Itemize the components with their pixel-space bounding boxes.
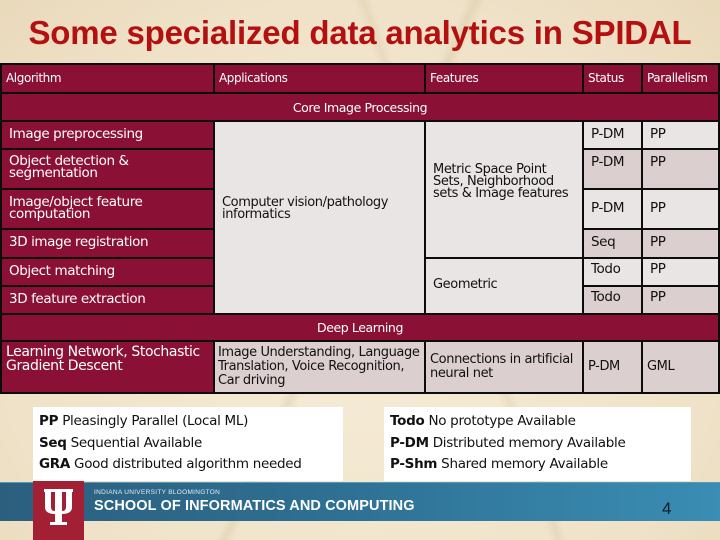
legend-item: P-Shm Shared memory Available: [390, 454, 691, 476]
iu-trident-icon: [44, 489, 73, 525]
feature-cell: Connections in artificial neural net: [426, 342, 582, 392]
application-cell: Computer vision/pathology informatics: [215, 122, 424, 313]
status-cell: Todo: [584, 287, 641, 313]
legend-text: No prototype Available: [428, 413, 576, 429]
legend-item: PP Pleasingly Parallel (Local ML): [39, 411, 343, 433]
header-parallelism: Parallelism: [643, 65, 718, 92]
header-algorithm: Algorithm: [2, 65, 213, 92]
status-cell: Seq: [584, 230, 641, 257]
algorithm-cell: Object matching: [2, 259, 213, 285]
footer-school: SCHOOL OF INFORMATICS AND COMPUTING: [94, 498, 415, 514]
slide-title: Some specialized data analytics in SPIDA…: [28, 14, 692, 51]
legend-item: P-DM Distributed memory Available: [390, 433, 691, 455]
parallelism-cell: PP: [643, 190, 718, 228]
parallelism-cell: PP: [643, 259, 718, 285]
algorithm-cell: Image/object feature computation: [2, 190, 213, 228]
application-cell: Image Understanding, Language Translatio…: [215, 342, 424, 392]
legend-left: PP Pleasingly Parallel (Local ML) Seq Se…: [33, 407, 343, 481]
section-core-image-processing: Core Image Processing: [2, 94, 718, 120]
legend-text: Shared memory Available: [441, 456, 608, 472]
header-features: Features: [426, 65, 582, 92]
algorithm-cell: Image preprocessing: [2, 122, 213, 148]
status-cell: P-DM: [584, 122, 641, 148]
legend-abbr: GRA: [39, 456, 71, 472]
iu-logo: [33, 481, 84, 540]
algorithm-cell: 3D feature extraction: [2, 287, 213, 313]
header-status: Status: [584, 65, 641, 92]
parallelism-cell: PP: [643, 122, 718, 148]
status-cell: P-DM: [584, 342, 641, 392]
footer-university: INDIANA UNIVERSITY BLOOMINGTON: [94, 489, 221, 496]
page-number: 4: [662, 499, 672, 518]
legend-abbr: PP: [39, 413, 59, 429]
legend-text: Good distributed algorithm needed: [74, 456, 302, 472]
legend-right: Todo No prototype Available P-DM Distrib…: [384, 407, 691, 481]
legend-item: GRA Good distributed algorithm needed: [39, 454, 343, 476]
status-cell: Todo: [584, 259, 641, 285]
legend-text: Sequential Available: [70, 434, 203, 451]
parallelism-cell: PP: [643, 287, 718, 313]
legend-abbr: Seq: [39, 434, 67, 451]
legend-item: Seq Sequential Available: [39, 433, 343, 455]
legend-abbr: P-DM: [390, 434, 429, 451]
feature-cell: Metric Space Point Sets, Neighborhood se…: [426, 122, 582, 257]
feature-cell: Geometric: [426, 259, 582, 313]
legend-text: Distributed memory Available: [432, 434, 626, 451]
section-deep-learning: Deep Learning: [2, 315, 718, 340]
algorithm-cell: 3D image registration: [2, 230, 213, 257]
header-applications: Applications: [215, 65, 424, 92]
parallelism-cell: PP: [643, 150, 718, 188]
status-cell: P-DM: [584, 150, 641, 188]
status-cell: P-DM: [584, 190, 641, 228]
algorithm-cell: Learning Network, Stochastic Gradient De…: [2, 342, 213, 392]
parallelism-cell: PP: [643, 230, 718, 257]
parallelism-cell: GML: [643, 342, 718, 392]
legend-item: Todo No prototype Available: [390, 411, 691, 433]
algorithm-cell: Object detection & segmentation: [2, 150, 213, 188]
legend-abbr: Todo: [390, 413, 425, 429]
legend-abbr: P-Shm: [390, 456, 438, 472]
legend-text: Pleasingly Parallel (Local ML): [62, 413, 249, 429]
